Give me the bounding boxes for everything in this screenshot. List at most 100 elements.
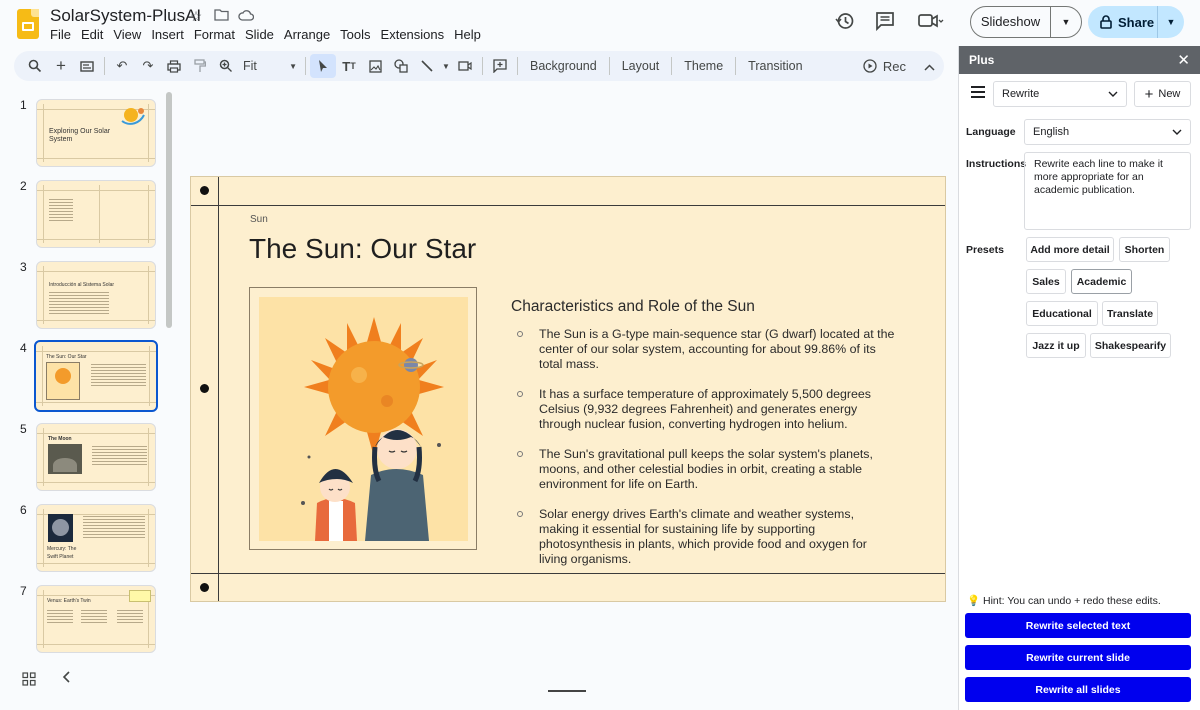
slide-bullet-list[interactable]: The Sun is a G-type main-sequence star (… — [515, 327, 895, 582]
preset-shorten[interactable]: Shorten — [1119, 237, 1170, 262]
line-icon[interactable] — [414, 54, 440, 78]
slide-thumbnail-4[interactable]: The Sun: Our Star — [34, 340, 158, 412]
zoom-select[interactable]: Fit ▼ — [239, 59, 301, 73]
cloud-status-icon[interactable] — [238, 8, 255, 24]
document-title[interactable]: SolarSystem-PlusAI — [50, 6, 201, 26]
slide-thumbnail-row[interactable]: 7 Venus: Earth's Twin — [0, 576, 175, 653]
slide-image-frame[interactable] — [249, 287, 477, 550]
redo-icon[interactable]: ↷ — [135, 54, 161, 78]
preset-shakespearify[interactable]: Shakespearify — [1090, 333, 1171, 358]
instructions-textarea[interactable]: Rewrite each line to make it more approp… — [1024, 152, 1191, 230]
slide-thumbnail-row[interactable]: 5 The Moon — [0, 414, 175, 491]
meet-call-icon[interactable] — [918, 11, 944, 33]
background-button[interactable]: Background — [522, 59, 605, 73]
preset-translate[interactable]: Translate — [1102, 301, 1158, 326]
slide-thumbnail-2[interactable] — [36, 180, 156, 248]
bullet-ring-icon — [517, 331, 523, 337]
mode-select[interactable]: Rewrite — [993, 81, 1127, 107]
preset-sales[interactable]: Sales — [1026, 269, 1066, 294]
slide-thumbnail-row[interactable]: 2 — [0, 171, 175, 248]
language-select[interactable]: English — [1024, 119, 1191, 145]
select-cursor-icon[interactable] — [310, 54, 336, 78]
slide-thumbnail-row[interactable]: 1 Exploring Our Solar System — [0, 90, 175, 167]
insert-video-icon[interactable] — [452, 54, 478, 78]
slideshow-dropdown-icon[interactable]: ▼ — [1051, 17, 1081, 27]
menu-arrange[interactable]: Arrange — [284, 27, 336, 42]
filmstrip-scrollbar[interactable] — [166, 92, 172, 328]
slideshow-label[interactable]: Slideshow — [971, 7, 1051, 37]
zoom-icon[interactable] — [213, 54, 239, 78]
undo-icon[interactable]: ↶ — [109, 54, 135, 78]
comments-icon[interactable] — [875, 11, 897, 33]
thumbnail-title: Mercury: The Swift Planet — [47, 546, 77, 560]
slide-thumbnail-row[interactable]: 4 The Sun: Our Star — [0, 333, 175, 412]
insert-image-icon[interactable] — [362, 54, 388, 78]
slide-thumbnail-1[interactable]: Exploring Our Solar System — [36, 99, 156, 167]
add-comment-icon[interactable] — [487, 54, 513, 78]
slides-logo-icon[interactable] — [17, 9, 39, 39]
slide-bullet-item[interactable]: It has a surface temperature of approxim… — [515, 387, 895, 432]
slide-section-label[interactable]: Sun — [250, 214, 268, 225]
menu-edit[interactable]: Edit — [81, 27, 109, 42]
star-icon[interactable]: ☆ — [188, 8, 204, 24]
record-button[interactable]: Rec — [855, 59, 914, 74]
menu-view[interactable]: View — [113, 27, 147, 42]
slide-canvas[interactable]: Sun The Sun: Our Star Characteristics an… — [190, 176, 946, 602]
transition-button[interactable]: Transition — [740, 59, 810, 73]
sun-illustration[interactable] — [259, 297, 468, 541]
rewrite-selected-text-button[interactable]: Rewrite selected text — [965, 613, 1191, 638]
slide-thumbnail-5[interactable]: The Moon — [36, 423, 156, 491]
slide-thumbnail-row[interactable]: 3 Introducción al Sistema Solar — [0, 252, 175, 329]
slide-thumbnail-row[interactable]: 6 Mercury: The Swift Planet — [0, 495, 175, 572]
layout-button[interactable]: Layout — [614, 59, 668, 73]
preset-educational[interactable]: Educational — [1026, 301, 1098, 326]
slide-thumbnail-7[interactable]: Venus: Earth's Twin — [36, 585, 156, 653]
menu-slide[interactable]: Slide — [245, 27, 280, 42]
paint-format-icon[interactable] — [187, 54, 213, 78]
preset-add-more-detail[interactable]: Add more detail — [1026, 237, 1114, 262]
version-history-icon[interactable] — [835, 11, 857, 33]
hide-filmstrip-icon[interactable] — [62, 670, 78, 688]
grid-view-icon[interactable] — [22, 672, 38, 688]
menu-format[interactable]: Format — [194, 27, 241, 42]
share-dropdown-icon[interactable]: ▼ — [1158, 17, 1184, 27]
menu-insert[interactable]: Insert — [151, 27, 190, 42]
slide-thumbnail-6[interactable]: Mercury: The Swift Planet — [36, 504, 156, 572]
search-menus-icon[interactable] — [22, 54, 48, 78]
speaker-notes-handle[interactable] — [548, 690, 586, 692]
new-button[interactable]: + New — [1134, 81, 1191, 107]
preset-jazz-it-up[interactable]: Jazz it up — [1026, 333, 1086, 358]
move-folder-icon[interactable] — [213, 8, 229, 24]
collapse-toolbar-icon[interactable] — [914, 59, 944, 74]
slide-number: 2 — [20, 179, 27, 193]
close-icon[interactable]: ✕ — [1177, 51, 1190, 69]
menu-file[interactable]: File — [50, 27, 77, 42]
slide-title[interactable]: The Sun: Our Star — [249, 233, 476, 265]
shape-icon[interactable] — [388, 54, 414, 78]
rewrite-all-slides-button[interactable]: Rewrite all slides — [965, 677, 1191, 702]
slideshow-button[interactable]: Slideshow ▼ — [970, 6, 1082, 38]
slide-thumbnail-3[interactable]: Introducción al Sistema Solar — [36, 261, 156, 329]
slide-subheading[interactable]: Characteristics and Role of the Sun — [511, 298, 755, 316]
share-button[interactable]: Share ▼ — [1088, 6, 1184, 38]
slide-bullet-item[interactable]: The Sun's gravitational pull keeps the s… — [515, 447, 895, 492]
rewrite-current-slide-button[interactable]: Rewrite current slide — [965, 645, 1191, 670]
line-dropdown-icon[interactable]: ▼ — [440, 54, 452, 78]
slide-bullet-item[interactable]: The Sun is a G-type main-sequence star (… — [515, 327, 895, 372]
hint-label: Hint: You can undo + redo these edits. — [983, 595, 1161, 607]
print-icon[interactable] — [161, 54, 187, 78]
new-slide-layout-icon[interactable] — [74, 54, 100, 78]
menu-extensions[interactable]: Extensions — [381, 27, 451, 42]
thumbnail-title: Introducción al Sistema Solar — [49, 282, 115, 288]
slide-number: 5 — [20, 422, 27, 436]
theme-button[interactable]: Theme — [676, 59, 731, 73]
new-slide-icon[interactable]: + — [48, 54, 74, 78]
text-box-icon[interactable]: TT — [336, 54, 362, 78]
plus-ai-panel: Plus ✕ Rewrite + New Language English In… — [958, 46, 1200, 710]
menu-help[interactable]: Help — [454, 27, 487, 42]
preset-academic[interactable]: Academic — [1071, 269, 1132, 294]
slide-bullet-item[interactable]: Solar energy drives Earth's climate and … — [515, 507, 895, 567]
hamburger-menu-icon[interactable] — [971, 86, 985, 98]
menu-tools[interactable]: Tools — [340, 27, 376, 42]
slide-bullet-text: The Sun is a G-type main-sequence star (… — [539, 327, 895, 371]
